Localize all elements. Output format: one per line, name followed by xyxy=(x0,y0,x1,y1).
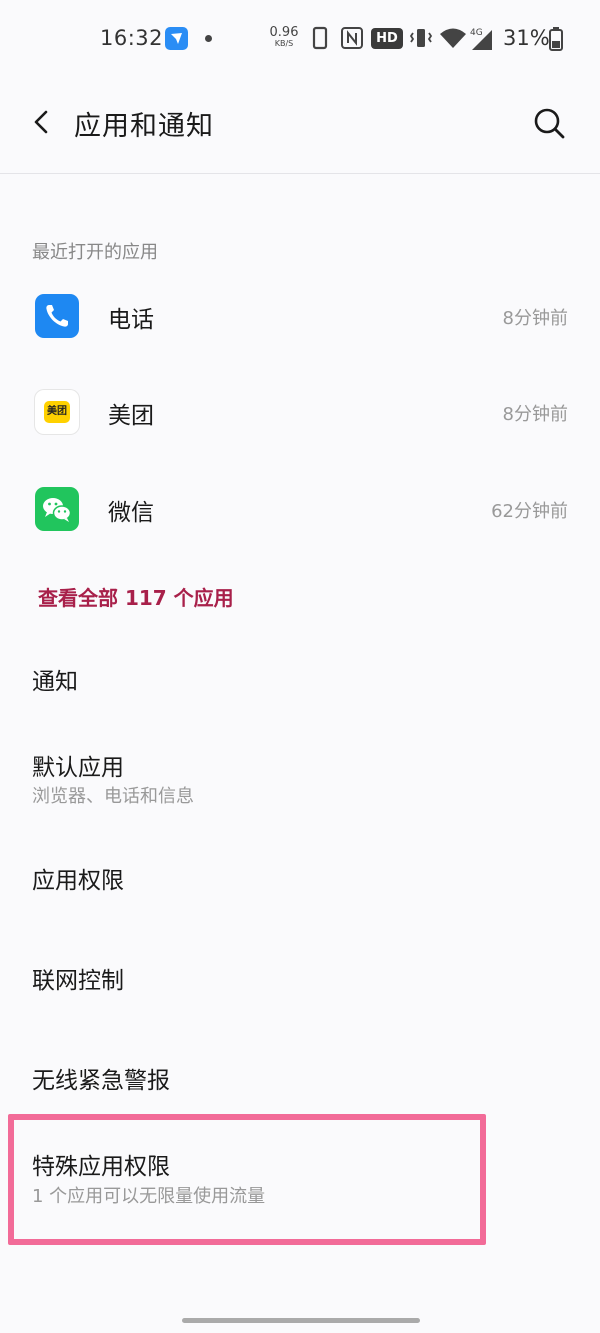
recent-app-row[interactable]: 美团 美团 8分钟前 xyxy=(0,366,600,462)
menu-item-default-apps[interactable]: 默认应用 浏览器、电话和信息 xyxy=(0,722,600,818)
network-speed: 0.96 KB/S xyxy=(269,25,299,48)
cellular-signal-icon: 4G xyxy=(468,26,496,56)
view-all-apps-link[interactable]: 查看全部 117 个应用 xyxy=(38,582,234,611)
meituan-icon: 美团 xyxy=(35,390,79,434)
back-button[interactable] xyxy=(24,104,60,140)
menu-item-title: 无线紧急警报 xyxy=(32,1068,170,1094)
page-title: 应用和通知 xyxy=(74,111,214,142)
more-notifications-dot-icon xyxy=(205,35,212,42)
svg-text:4G: 4G xyxy=(470,28,483,38)
wechat-icon xyxy=(35,487,79,531)
app-last-used: 62分钟前 xyxy=(491,501,568,522)
menu-item-subtitle: 1 个应用可以无限量使用流量 xyxy=(32,1186,266,1207)
wifi-icon xyxy=(439,26,467,54)
menu-item-app-permissions[interactable]: 应用权限 xyxy=(0,830,600,920)
menu-item-title: 特殊应用权限 xyxy=(32,1154,170,1180)
app-name: 电话 xyxy=(108,307,154,333)
back-arrow-icon xyxy=(34,110,48,134)
menu-item-notifications[interactable]: 通知 xyxy=(0,640,600,712)
recent-apps-section-label: 最近打开的应用 xyxy=(32,242,158,263)
menu-item-title: 默认应用 xyxy=(32,755,124,781)
recent-app-row[interactable]: 电话 8分钟前 xyxy=(0,270,600,366)
title-bar: 应用和通知 xyxy=(0,80,600,174)
menu-item-subtitle: 浏览器、电话和信息 xyxy=(32,786,194,807)
app-last-used: 8分钟前 xyxy=(502,308,568,329)
menu-item-title: 通知 xyxy=(32,669,78,695)
notification-app-icon xyxy=(165,27,188,50)
app-last-used: 8分钟前 xyxy=(502,404,568,425)
search-icon xyxy=(534,108,565,139)
menu-item-wireless-emergency-alerts[interactable]: 无线紧急警报 xyxy=(0,1030,600,1120)
hd-voice-icon: HD xyxy=(371,28,403,49)
battery-percent: 31% xyxy=(503,26,550,50)
nfc-icon xyxy=(340,26,364,54)
status-bar: 16:32 0.96 KB/S HD 4G 31% xyxy=(0,0,600,80)
battery-icon xyxy=(548,26,564,56)
status-time: 16:32 xyxy=(100,26,164,50)
home-indicator[interactable] xyxy=(182,1318,420,1323)
menu-item-network-control[interactable]: 联网控制 xyxy=(0,930,600,1020)
phone-icon xyxy=(35,294,79,338)
search-button[interactable] xyxy=(528,102,570,144)
recent-app-row[interactable]: 微信 62分钟前 xyxy=(0,463,600,559)
app-name: 美团 xyxy=(108,403,154,429)
screen: 16:32 0.96 KB/S HD 4G 31% 应用和通知 最近打开的应用 … xyxy=(0,0,600,1333)
menu-item-special-app-access[interactable]: 特殊应用权限 1 个应用可以无限量使用流量 xyxy=(0,1125,600,1235)
vibrate-icon xyxy=(408,26,434,54)
menu-item-title: 联网控制 xyxy=(32,968,124,994)
menu-item-title: 应用权限 xyxy=(32,868,124,894)
phone-outline-icon xyxy=(312,26,328,54)
app-name: 微信 xyxy=(108,500,154,526)
